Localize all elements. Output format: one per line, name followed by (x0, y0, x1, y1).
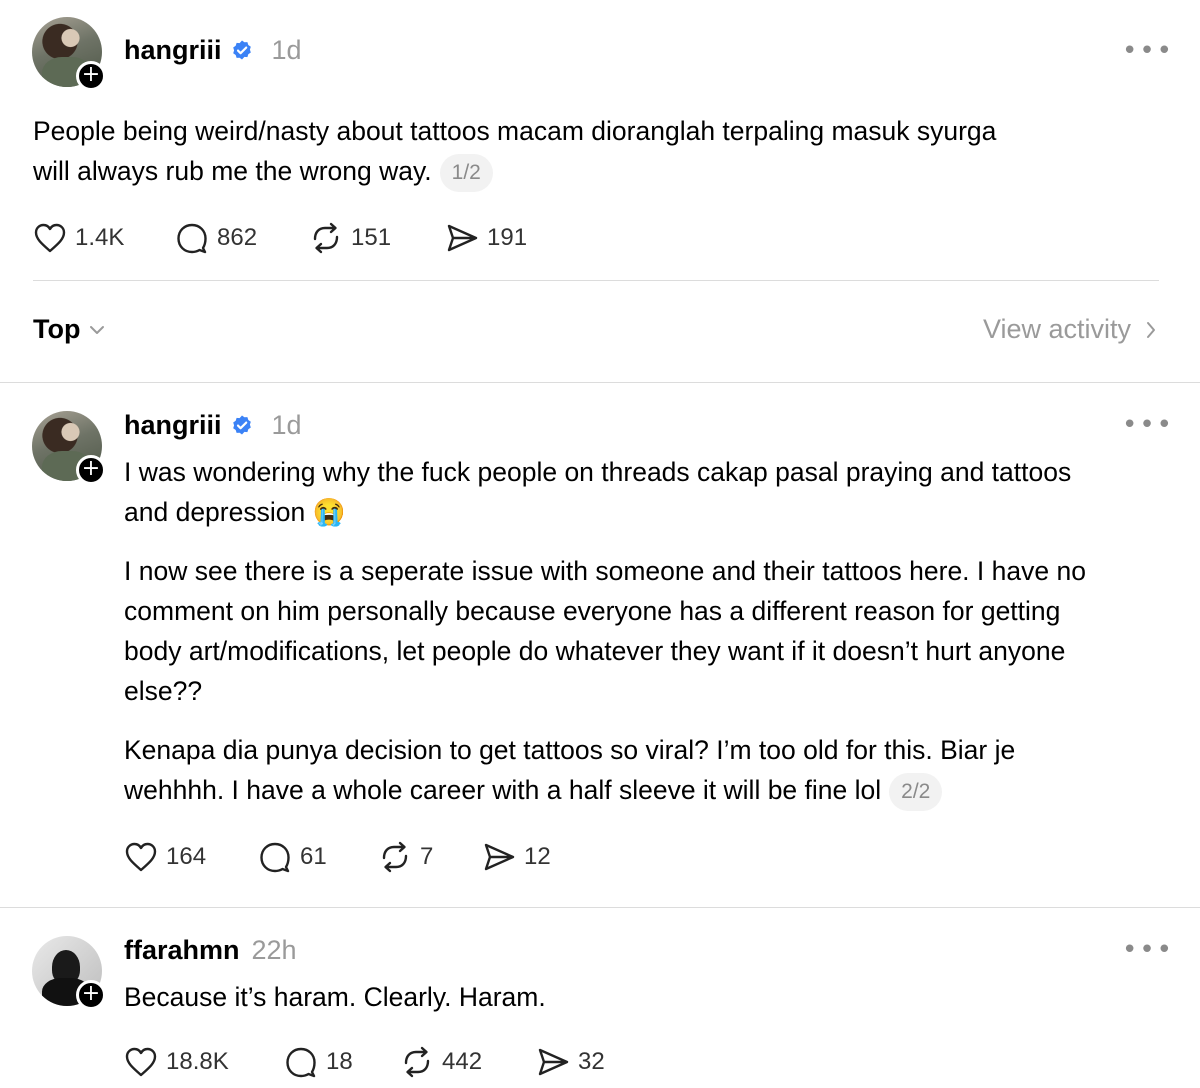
repost-count: 7 (420, 843, 434, 870)
divider (33, 280, 1159, 281)
thread-counter: 1/2 (439, 154, 493, 192)
comment-count: 862 (217, 224, 258, 251)
post-actions: 164 61 7 12 (124, 841, 551, 873)
post-body: People being weird/nasty about tattoos m… (33, 111, 1033, 192)
post-time: 1d (271, 410, 302, 440)
thread-counter: 2/2 (889, 773, 943, 811)
like-count: 18.8K (166, 1048, 229, 1075)
avatar[interactable]: + (32, 411, 106, 485)
post-paragraph: People being weird/nasty about tattoos m… (33, 116, 997, 186)
username[interactable]: ffarahmn (124, 935, 240, 966)
repost-icon (404, 1046, 430, 1078)
post-body: I was wondering why the fuck people on t… (124, 452, 1104, 811)
post-paragraph: I was wondering why the fuck people on t… (124, 457, 1072, 527)
sort-dropdown[interactable]: Top (33, 314, 106, 345)
share-button[interactable]: 12 (482, 841, 551, 873)
repost-icon (313, 222, 339, 254)
like-count: 164 (166, 843, 207, 870)
like-count: 1.4K (75, 224, 125, 251)
follow-plus-icon[interactable]: + (76, 980, 106, 1010)
follow-plus-icon[interactable]: + (76, 61, 106, 91)
heart-icon (34, 223, 66, 253)
share-icon (538, 1048, 569, 1076)
share-button[interactable]: 32 (536, 1046, 605, 1078)
divider (0, 382, 1200, 383)
share-count: 191 (487, 224, 528, 251)
share-icon (447, 224, 478, 252)
comment-icon (260, 842, 290, 873)
view-activity-link[interactable]: View activity (983, 314, 1157, 345)
like-button[interactable]: 18.8K (124, 1046, 284, 1078)
repost-button[interactable]: 151 (309, 222, 445, 254)
share-count: 12 (524, 843, 551, 870)
verified-badge-icon (232, 415, 251, 434)
like-button[interactable]: 164 (124, 841, 258, 873)
comment-button[interactable]: 18 (284, 1046, 400, 1078)
more-icon[interactable]: ••• (1122, 410, 1174, 440)
divider (0, 907, 1200, 908)
avatar[interactable]: + (32, 17, 106, 91)
post-paragraph: Because it’s haram. Clearly. Haram. (124, 982, 546, 1012)
post-paragraph: I now see there is a seperate issue with… (124, 556, 1086, 706)
repost-count: 151 (351, 224, 392, 251)
username[interactable]: hangriii (124, 410, 222, 441)
username-row: hangriii 1d (124, 35, 302, 66)
share-count: 32 (578, 1048, 605, 1075)
heart-icon (125, 1047, 157, 1077)
post-actions: 1.4K 862 151 191 (33, 222, 527, 254)
comment-button[interactable]: 862 (175, 222, 309, 254)
chevron-down-icon (90, 325, 105, 334)
avatar[interactable]: + (32, 936, 106, 1010)
post-actions: 18.8K 18 442 32 (124, 1046, 605, 1078)
comment-icon (286, 1047, 316, 1078)
comment-count: 61 (300, 843, 327, 870)
username-row: ffarahmn 22h (124, 935, 297, 966)
repost-button[interactable]: 442 (400, 1046, 536, 1078)
heart-icon (125, 842, 157, 872)
comment-count: 18 (326, 1048, 353, 1075)
post-time: 22h (251, 935, 297, 965)
share-icon (484, 843, 515, 871)
sort-label: Top (33, 314, 81, 344)
comment-icon (177, 223, 207, 254)
verified-badge-icon (232, 40, 251, 59)
username[interactable]: hangriii (124, 35, 222, 66)
post-time: 1d (271, 35, 302, 65)
share-button[interactable]: 191 (445, 222, 527, 254)
follow-plus-icon[interactable]: + (76, 455, 106, 485)
more-icon[interactable]: ••• (1122, 935, 1174, 965)
post-paragraph: Kenapa dia punya decision to get tattoos… (124, 735, 1016, 805)
comment-button[interactable]: 61 (258, 841, 378, 873)
more-icon[interactable]: ••• (1122, 36, 1174, 66)
post-body: Because it’s haram. Clearly. Haram. (124, 977, 1104, 1017)
repost-button[interactable]: 7 (378, 841, 482, 873)
like-button[interactable]: 1.4K (33, 222, 175, 254)
chevron-right-icon (1147, 321, 1155, 338)
username-row: hangriii 1d (124, 410, 302, 441)
repost-count: 442 (442, 1048, 483, 1075)
repost-icon (382, 841, 408, 873)
view-activity-label: View activity (982, 314, 1131, 344)
